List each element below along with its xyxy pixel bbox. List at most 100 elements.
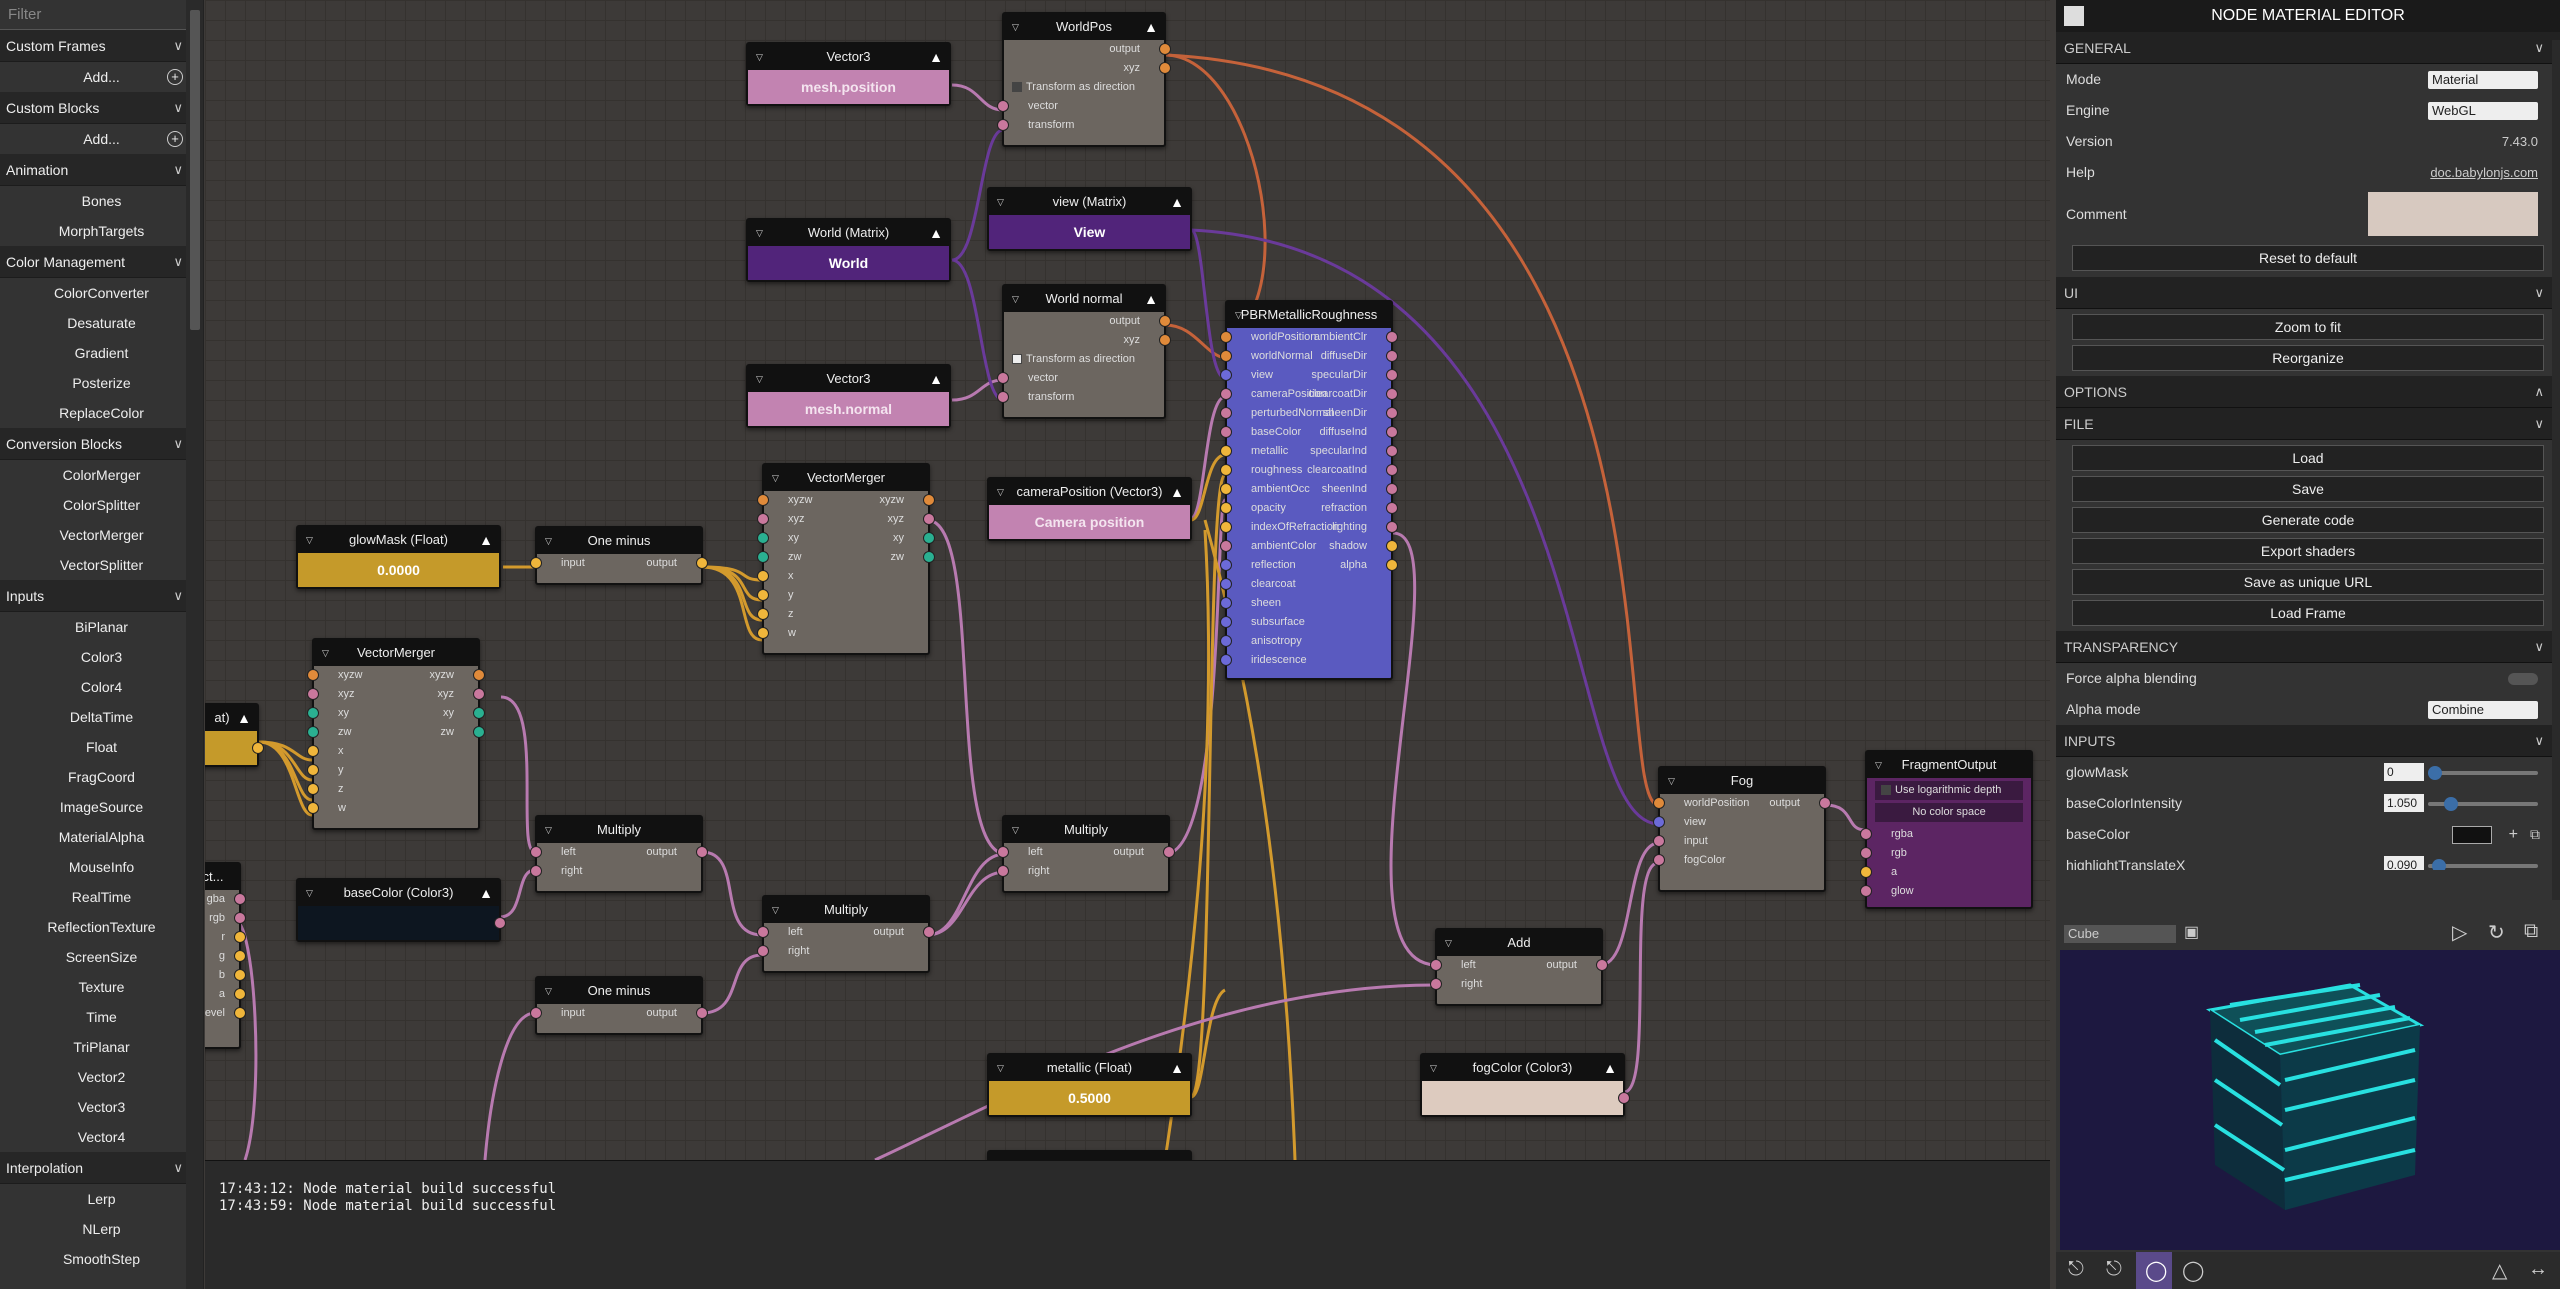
- output-port[interactable]: [1159, 62, 1171, 74]
- load-frame-button[interactable]: Load Frame: [2072, 600, 2544, 626]
- node-fogcolor[interactable]: ▽ fogColor (Color3) ▲: [1420, 1053, 1630, 1117]
- output-port[interactable]: [1386, 426, 1398, 438]
- collapse-icon[interactable]: ▽: [1445, 930, 1452, 956]
- block-item[interactable]: VectorSplitter: [0, 550, 203, 580]
- output-port[interactable]: [696, 846, 708, 858]
- node-header[interactable]: ▽ VectorMerger: [764, 465, 928, 491]
- highlight-input[interactable]: 0.090: [2384, 856, 2424, 870]
- alpha-mode-select[interactable]: Combine: [2428, 701, 2538, 719]
- output-port[interactable]: [923, 926, 935, 938]
- block-item[interactable]: MorphTargets: [0, 216, 203, 246]
- block-item[interactable]: Time: [0, 1002, 203, 1032]
- basecolor-swatch[interactable]: [2452, 826, 2492, 844]
- input-port[interactable]: [307, 802, 319, 814]
- input-port[interactable]: [1653, 797, 1665, 809]
- block-item[interactable]: Add... +: [0, 124, 203, 154]
- block-item[interactable]: Bones: [0, 186, 203, 216]
- play-icon[interactable]: ▷: [2452, 920, 2467, 945]
- input-port[interactable]: [1220, 464, 1232, 476]
- slider-knob[interactable]: [2444, 797, 2458, 811]
- node-header[interactable]: ▽ Multiply: [1004, 817, 1168, 843]
- input-port[interactable]: [1220, 483, 1232, 495]
- input-port[interactable]: [307, 745, 319, 757]
- node-pbr[interactable]: ▽ PBRMetallicRoughness worldPosition ambien…: [1220, 300, 1398, 680]
- section-file[interactable]: FILE ∨: [2056, 408, 2560, 440]
- section-ui[interactable]: UI ∨: [2056, 277, 2560, 309]
- category-header[interactable]: Custom Blocks ∨: [0, 92, 203, 124]
- block-item[interactable]: SmoothStep: [0, 1244, 203, 1274]
- output-port[interactable]: [1386, 521, 1398, 533]
- block-item[interactable]: ColorConverter: [0, 278, 203, 308]
- input-port[interactable]: [1220, 445, 1232, 457]
- output-port[interactable]: [1159, 43, 1171, 55]
- color-swatch[interactable]: [1422, 1081, 1630, 1115]
- input-port[interactable]: [1220, 502, 1232, 514]
- input-port[interactable]: [530, 865, 542, 877]
- node-header[interactable]: ▽ World (Matrix) ▲: [748, 220, 949, 246]
- block-item[interactable]: Color4: [0, 672, 203, 702]
- node-campos[interactable]: ▽ cameraPosition (Vector3) ▲ Camera positio…: [987, 477, 1192, 541]
- input-port[interactable]: [1653, 816, 1665, 828]
- engine-select[interactable]: WebGL: [2428, 102, 2538, 120]
- node-header[interactable]: ▽ One minus: [537, 978, 701, 1004]
- category-header[interactable]: Color Management ∨: [0, 246, 203, 278]
- block-item[interactable]: Gradient: [0, 338, 203, 368]
- input-port[interactable]: [757, 627, 769, 639]
- input-port[interactable]: [757, 608, 769, 620]
- node-header[interactable]: ▽ Vector3 ▲: [748, 366, 949, 392]
- node-header[interactable]: ▽ Multiply: [764, 897, 928, 923]
- input-port[interactable]: [1220, 635, 1232, 647]
- category-header[interactable]: Animation ∨: [0, 154, 203, 186]
- block-item[interactable]: ReflectionTexture: [0, 912, 203, 942]
- help-link[interactable]: doc.babylonjs.com: [2430, 157, 2538, 188]
- collapse-icon[interactable]: ▽: [322, 640, 329, 666]
- input-port[interactable]: [1220, 578, 1232, 590]
- popout-icon[interactable]: ⧉: [2524, 920, 2538, 943]
- node-fragout[interactable]: ▽ FragmentOutput Use logarithmic depth No c…: [1860, 750, 2033, 909]
- input-port[interactable]: [307, 726, 319, 738]
- output-port[interactable]: [923, 551, 935, 563]
- node-header[interactable]: ▽ Vector3 ▲: [748, 44, 949, 70]
- node-view_matrix[interactable]: ▽ view (Matrix) ▲ View: [987, 187, 1192, 251]
- env-icon[interactable]: ◯: [2182, 1258, 2204, 1283]
- output-port[interactable]: [234, 931, 246, 943]
- output-port[interactable]: [1163, 846, 1175, 858]
- collapse-icon[interactable]: ▽: [306, 527, 313, 553]
- output-port[interactable]: [234, 893, 246, 905]
- input-port[interactable]: [757, 589, 769, 601]
- output-port[interactable]: [1386, 483, 1398, 495]
- force-alpha-toggle[interactable]: [2508, 673, 2538, 685]
- output-port[interactable]: [1159, 315, 1171, 327]
- light-toggle[interactable]: ◯: [2136, 1252, 2172, 1289]
- output-port[interactable]: [1386, 350, 1398, 362]
- block-item[interactable]: Texture: [0, 972, 203, 1002]
- section-general[interactable]: GENERAL ∨: [2056, 32, 2560, 64]
- input-port[interactable]: [1220, 540, 1232, 552]
- node-world_normal[interactable]: ▽ World normal ▲ output xyz Transform as dire…: [997, 284, 1171, 419]
- node-header[interactable]: ▽...: [989, 1152, 1190, 1160]
- checkbox-row[interactable]: Transform as direction: [1004, 350, 1164, 369]
- reset-button[interactable]: Reset to default: [2072, 245, 2544, 271]
- input-port[interactable]: [997, 100, 1009, 112]
- node-header[interactable]: ▽ baseColor (Color3) ▲: [298, 880, 499, 906]
- output-port[interactable]: [234, 988, 246, 1000]
- output-port[interactable]: [923, 494, 935, 506]
- load-button[interactable]: Load: [2072, 445, 2544, 471]
- output-port[interactable]: [473, 669, 485, 681]
- input-port[interactable]: [1220, 369, 1232, 381]
- output-port[interactable]: [923, 532, 935, 544]
- copy-icon[interactable]: ⧉: [2530, 819, 2540, 850]
- input-port[interactable]: [997, 119, 1009, 131]
- collapse-icon[interactable]: ▽: [756, 44, 763, 70]
- collapse-icon[interactable]: ▽: [997, 189, 1004, 215]
- input-port[interactable]: [1860, 828, 1872, 840]
- input-port[interactable]: [757, 945, 769, 957]
- node-header[interactable]: ▽ WorldPos ▲: [1004, 14, 1164, 40]
- sidebar-scroll-thumb[interactable]: [190, 10, 200, 330]
- zoom-to-fit-button[interactable]: Zoom to fit: [2072, 314, 2544, 340]
- node-header[interactable]: ▽ PBRMetallicRoughness: [1227, 302, 1391, 328]
- output-port[interactable]: [234, 1007, 246, 1019]
- node-header[interactable]: ▽ cameraPosition (Vector3) ▲: [989, 479, 1190, 505]
- output-port[interactable]: [252, 742, 264, 754]
- collapse-icon[interactable]: ▽: [997, 479, 1004, 505]
